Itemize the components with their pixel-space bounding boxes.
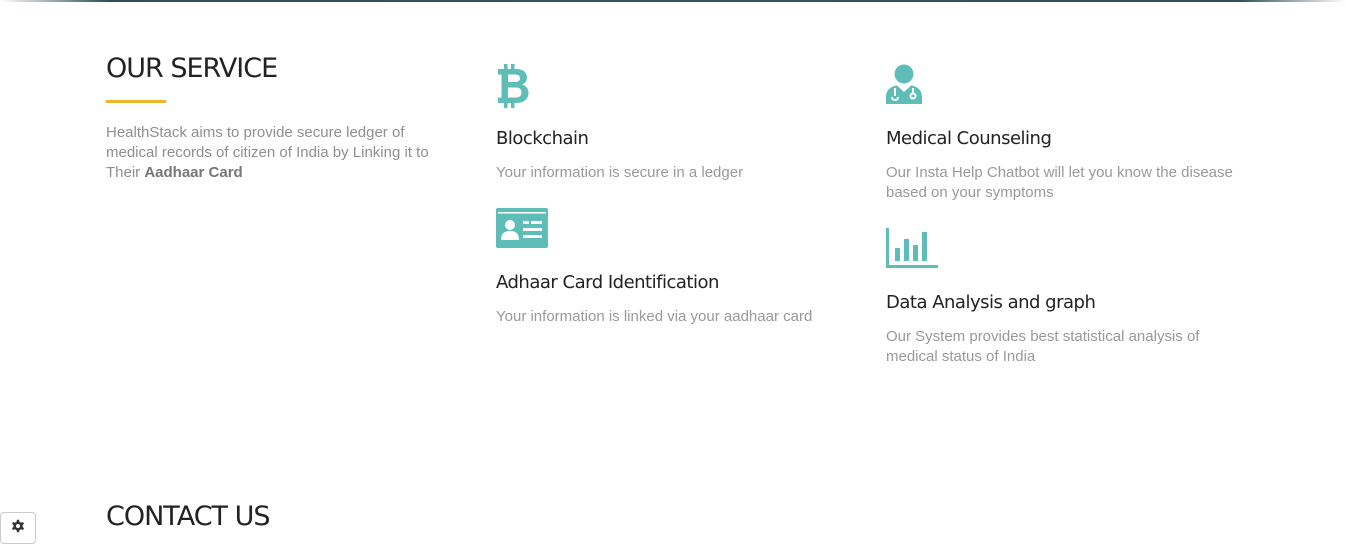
services-heading: OUR SERVICE bbox=[106, 53, 278, 84]
service-data-analysis: Data Analysis and graph Our System provi… bbox=[886, 228, 1246, 367]
doctor-icon bbox=[886, 64, 1246, 108]
service-title: Data Analysis and graph bbox=[886, 292, 1096, 313]
contact-heading: CONTACT US bbox=[106, 501, 271, 532]
service-description: Our Insta Help Chatbot will let you know… bbox=[886, 164, 1233, 201]
bitcoin-icon bbox=[496, 64, 856, 108]
bar-chart-icon bbox=[886, 228, 1246, 272]
service-title: Medical Counseling bbox=[886, 128, 1052, 149]
top-border bbox=[0, 0, 1346, 2]
service-blockchain: Blockchain Your information is secure in… bbox=[496, 64, 856, 183]
service-title: Blockchain bbox=[496, 128, 589, 149]
gear-icon bbox=[11, 519, 25, 538]
intro-bold: Aadhaar Card bbox=[144, 164, 243, 181]
id-card-icon bbox=[496, 208, 856, 252]
service-description: Your information is linked via your aadh… bbox=[496, 308, 813, 325]
service-description: Your information is secure in a ledger bbox=[496, 164, 744, 181]
service-description: Our System provides best statistical ana… bbox=[886, 328, 1200, 365]
service-medical-counseling: Medical Counseling Our Insta Help Chatbo… bbox=[886, 64, 1246, 203]
settings-button[interactable] bbox=[0, 512, 36, 544]
services-intro: HealthStack aims to provide secure ledge… bbox=[106, 123, 456, 183]
heading-underline bbox=[106, 100, 166, 103]
service-adhaar: Adhaar Card Identification Your informat… bbox=[496, 208, 856, 327]
service-title: Adhaar Card Identification bbox=[496, 272, 719, 293]
